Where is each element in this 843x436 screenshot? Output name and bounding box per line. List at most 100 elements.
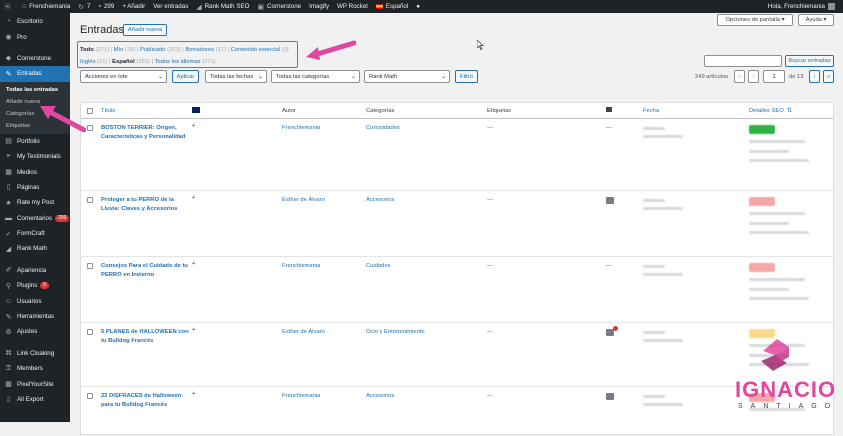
testimonials-icon: ❝	[6, 153, 11, 161]
post-title-link[interactable]: BOSTON TERRIER: Origen, Características …	[101, 124, 189, 141]
select-all-checkbox[interactable]	[87, 108, 93, 114]
row-checkbox[interactable]	[87, 329, 93, 335]
brush-icon: ✐	[5, 267, 12, 275]
post-category-link[interactable]: Accesorios	[366, 393, 394, 399]
post-category-link[interactable]: Ocio y Entretenimiento	[366, 329, 425, 335]
sidebar-item-plugins[interactable]: ⚲ Plugins 6	[0, 278, 70, 293]
prev-page-button[interactable]: ‹	[748, 70, 759, 83]
dates-select[interactable]: Todas las fechas ⌄	[205, 70, 267, 83]
sidebar-item-testimonials[interactable]: ❝ My Testimonials	[0, 149, 70, 164]
column-seo-details[interactable]: Detalles SEO	[749, 108, 784, 114]
sidebar-item-paginas[interactable]: ▯ Páginas	[0, 180, 70, 195]
post-title-link[interactable]: Proteger a tu PERRO de la Lluvia: Claves…	[101, 196, 189, 213]
rankmath-link[interactable]: ◢ Rank Math SEO	[192, 0, 253, 13]
info-icon[interactable]: ●	[412, 0, 424, 13]
post-author-link[interactable]: Frenchiemania	[282, 125, 320, 131]
search-input[interactable]	[704, 55, 782, 67]
seo-links-blurred	[749, 297, 809, 300]
pixel-icon: ▩	[5, 381, 12, 389]
post-category-link[interactable]: Accesorios	[366, 197, 394, 203]
next-page-button[interactable]: ›	[809, 70, 820, 83]
add-translation-icon[interactable]: +	[192, 123, 195, 129]
language-switcher[interactable]: Español	[372, 0, 412, 13]
sidebar-item-herramientas[interactable]: ✎ Herramientas	[0, 309, 70, 324]
sidebar-item-apariencia[interactable]: ✐ Apariencia	[0, 263, 70, 278]
post-title-link[interactable]: 5 PLANES de HALLOWEEN con tu Bulldog Fra…	[101, 328, 189, 345]
filter-button[interactable]: Filtro	[455, 70, 478, 83]
imagify-link[interactable]: Imagify	[305, 0, 333, 13]
column-title[interactable]: Título	[101, 108, 116, 114]
post-title-link[interactable]: Consejos Para el Cuidado de tu PERRO en …	[101, 262, 189, 279]
sort-icon: ⇅	[787, 108, 792, 114]
post-author-link[interactable]: Frenchiemania	[282, 263, 320, 269]
bulk-actions-select[interactable]: Acciones en lote ⌄	[80, 70, 167, 83]
apply-button[interactable]: Aplicar	[172, 70, 199, 83]
add-new-button[interactable]: Añadir nueva	[123, 24, 167, 36]
post-title-link[interactable]: 22 DISFRACES de Halloween para tu Bulldo…	[101, 392, 189, 409]
first-page-button[interactable]: «	[734, 70, 745, 83]
chevron-down-icon: ⌄	[257, 74, 263, 80]
row-checkbox[interactable]	[87, 197, 93, 203]
rankmath-select[interactable]: Rank Math ⌄	[364, 70, 450, 83]
sidebar-item-escritorio[interactable]: ◔ Escritorio	[0, 14, 70, 29]
cornerstone-link[interactable]: ▣ Cornerstone	[253, 0, 305, 13]
sidebar-item-cornerstone[interactable]: ◆ Cornerstone	[0, 51, 70, 66]
post-author-link[interactable]: Esther de Álvaro	[282, 197, 325, 203]
post-category-link[interactable]: Curiosidades	[366, 125, 400, 131]
sidebar-item-pixelyoursite[interactable]: ▩ PixelYourSite	[0, 376, 70, 391]
post-category-link[interactable]: Cuidados	[366, 263, 391, 269]
pending-comment-dot	[613, 326, 618, 331]
add-translation-icon[interactable]: +	[192, 195, 195, 201]
post-author-link[interactable]: Frenchiemania	[282, 393, 320, 399]
sidebar-item-medios[interactable]: ▦ Medios	[0, 164, 70, 179]
sidebar-item-all-export[interactable]: ⇩ All Export	[0, 392, 70, 407]
search-posts-button[interactable]: Buscar entradas	[785, 55, 834, 67]
seo-schema-blurred	[749, 150, 789, 153]
row-checkbox[interactable]	[87, 263, 93, 269]
add-translation-icon[interactable]: +	[192, 327, 195, 333]
comment-count-icon[interactable]	[606, 197, 614, 204]
media-icon: ▦	[5, 169, 12, 177]
sidebar-item-members[interactable]: ⚿ Members	[0, 361, 70, 376]
sidebar-item-comentarios[interactable]: ▬ Comentarios 299	[0, 211, 70, 226]
spain-flag-icon	[375, 4, 383, 9]
current-page-input[interactable]: 1	[763, 70, 785, 83]
last-page-button[interactable]: »	[823, 70, 834, 83]
seo-schema-blurred	[749, 288, 789, 291]
site-name-link[interactable]: ⌂ Frenchiemania	[18, 0, 74, 13]
new-content-link[interactable]: + Añadir	[118, 0, 149, 13]
users-icon: ☺	[4, 297, 13, 305]
row-checkbox[interactable]	[87, 393, 93, 399]
comment-count-icon[interactable]	[606, 393, 614, 400]
screen-options-button[interactable]: Opciones de pantalla ▾	[717, 14, 793, 26]
tools-icon: ✎	[5, 313, 12, 321]
sidebar-item-portfolio[interactable]: ▤ Portfolio	[0, 134, 70, 149]
sidebar-item-entradas[interactable]: ✎ Entradas	[0, 66, 70, 82]
post-tags: —	[487, 197, 493, 203]
seo-schema-blurred	[749, 222, 789, 225]
add-translation-icon[interactable]: +	[192, 261, 195, 267]
wordpress-logo[interactable]: ⓦ	[0, 0, 18, 13]
sidebar-item-formcraft[interactable]: ✓ FormCraft	[0, 226, 70, 241]
sidebar-item-pro[interactable]: ◉ Pro	[0, 29, 70, 44]
add-translation-icon[interactable]: +	[192, 391, 195, 397]
date-value-blurred	[643, 135, 683, 138]
view-posts-link[interactable]: Ver entradas	[149, 0, 192, 13]
column-date[interactable]: Fecha	[643, 108, 659, 114]
sidebar-item-rate-my-post[interactable]: ★ Rate my Post	[0, 195, 70, 210]
rankmath-icon: ◢	[196, 3, 202, 11]
chevron-down-icon: ⌄	[440, 74, 446, 80]
post-author-link[interactable]: Esther de Álvaro	[282, 329, 325, 335]
sidebar-item-link-cloaking[interactable]: ⌘ Link Cloaking	[0, 346, 70, 361]
sidebar-item-ajustes[interactable]: ⚙ Ajustes	[0, 324, 70, 339]
account-menu[interactable]: Hola, Frenchiemania	[764, 0, 843, 13]
updates-link[interactable]: ↻ 7	[74, 0, 94, 13]
submenu-all-posts[interactable]: Todas las entradas	[0, 84, 70, 96]
sidebar-item-usuarios[interactable]: ☺ Usuarios	[0, 293, 70, 308]
categories-select[interactable]: Todas las categorías ⌄	[271, 70, 360, 83]
sidebar-item-rank-math[interactable]: ◢ Rank Math	[0, 241, 70, 256]
help-button[interactable]: Ayuda ▾	[798, 14, 834, 26]
wprocket-link[interactable]: WP Rocket	[333, 0, 372, 13]
comments-link[interactable]: ▪ 299	[95, 0, 119, 13]
row-checkbox[interactable]	[87, 125, 93, 131]
